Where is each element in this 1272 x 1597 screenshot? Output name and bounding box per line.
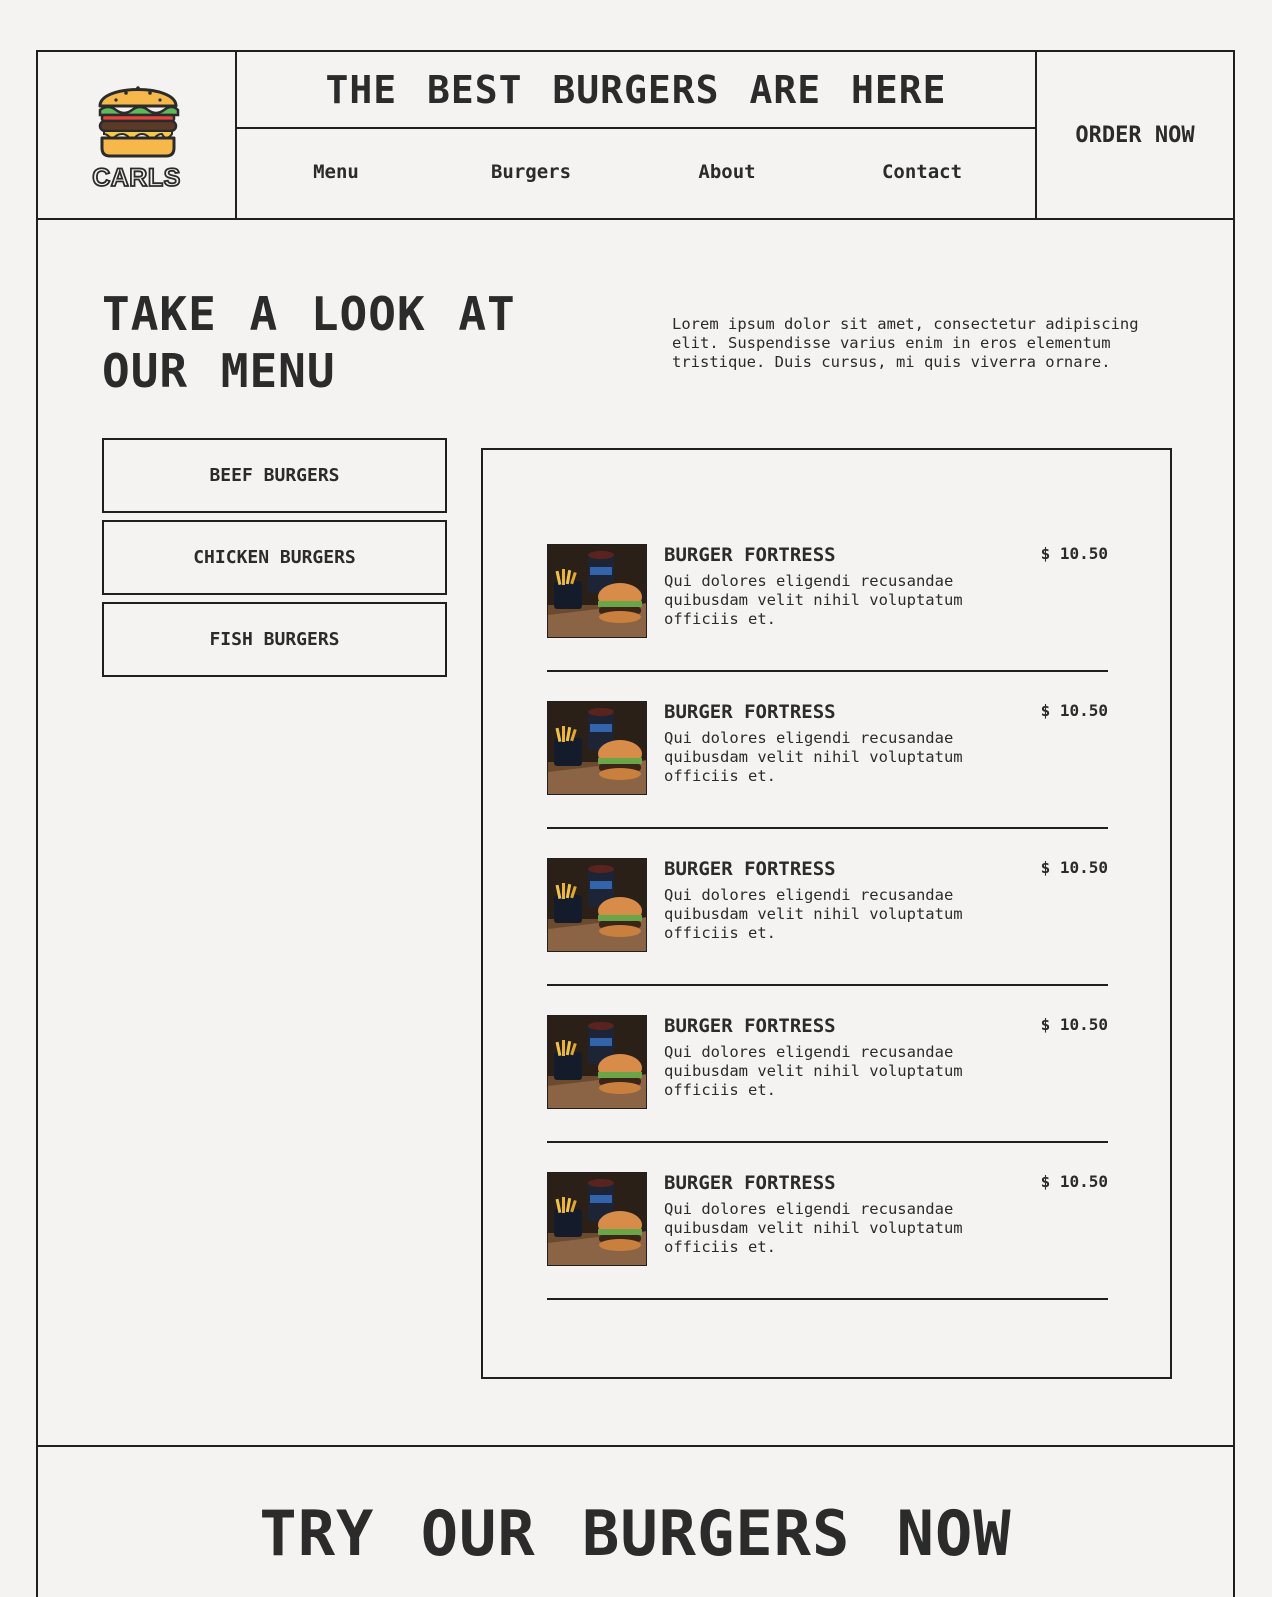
logo-wordmark: CARLS <box>91 163 181 193</box>
nav-link-burgers[interactable]: Burgers <box>491 161 571 183</box>
menu-item-name: BURGER FORTRESS <box>664 544 836 566</box>
menu-item-description: Qui dolores eligendi recusandae quibusda… <box>664 886 963 942</box>
menu-item-description: Qui dolores eligendi recusandae quibusda… <box>664 1200 963 1256</box>
menu-item-photo <box>547 1015 647 1109</box>
menu-item-price: $ 10.50 <box>1040 858 1108 877</box>
burger-icon <box>98 86 180 158</box>
menu-item[interactable]: BURGER FORTRESS $ 10.50 Qui dolores elig… <box>547 858 1108 1018</box>
cta-title: TRY OUR BURGERS NOW <box>259 1497 1012 1570</box>
menu-item-description: Qui dolores eligendi recusandae quibusda… <box>664 572 963 628</box>
menu-item-description: Qui dolores eligendi recusandae quibusda… <box>664 729 963 785</box>
nav-link-menu[interactable]: Menu <box>313 161 359 183</box>
menu-panel: BURGER FORTRESS $ 10.50 Qui dolores elig… <box>481 448 1172 1379</box>
section-title-line-2: OUR MENU <box>102 344 336 398</box>
burger-fries-drink-photo-icon <box>548 545 646 637</box>
menu-item-photo <box>547 1172 647 1266</box>
menu-item-divider <box>547 984 1108 986</box>
menu-item-name: BURGER FORTRESS <box>664 1172 836 1194</box>
menu-item-price: $ 10.50 <box>1040 1172 1108 1191</box>
burger-fries-drink-photo-icon <box>548 859 646 951</box>
category-fish-burgers[interactable]: FISH BURGERS <box>102 602 447 677</box>
nav-link-contact[interactable]: Contact <box>882 161 962 183</box>
burger-fries-drink-photo-icon <box>548 702 646 794</box>
menu-item[interactable]: BURGER FORTRESS $ 10.50 Qui dolores elig… <box>547 544 1108 704</box>
nav-link-about[interactable]: About <box>698 161 755 183</box>
menu-item-price: $ 10.50 <box>1040 1015 1108 1034</box>
menu-item-price: $ 10.50 <box>1040 701 1108 720</box>
menu-item-divider <box>547 1141 1108 1143</box>
menu-item-price: $ 10.50 <box>1040 544 1108 563</box>
menu-item-photo <box>547 544 647 638</box>
category-beef-burgers[interactable]: BEEF BURGERS <box>102 438 447 513</box>
menu-item-photo <box>547 701 647 795</box>
menu-item-photo <box>547 858 647 952</box>
category-chicken-burgers[interactable]: CHICKEN BURGERS <box>102 520 447 595</box>
menu-item-name: BURGER FORTRESS <box>664 1015 836 1037</box>
order-now-button[interactable]: ORDER NOW <box>1075 123 1194 148</box>
section-description: Lorem ipsum dolor sit amet, consectetur … <box>672 315 1139 371</box>
site-header: CARLS THE BEST BURGERS ARE HERE Menu Bur… <box>38 52 1233 220</box>
menu-item-divider <box>547 1298 1108 1300</box>
cta-banner: TRY OUR BURGERS NOW <box>38 1445 1233 1597</box>
section-title-line-1: TAKE A LOOK AT <box>102 287 516 341</box>
menu-item[interactable]: BURGER FORTRESS $ 10.50 Qui dolores elig… <box>547 1015 1108 1175</box>
menu-item-divider <box>547 827 1108 829</box>
burger-fries-drink-photo-icon <box>548 1173 646 1265</box>
order-cell: ORDER NOW <box>1035 52 1233 218</box>
menu-item-divider <box>547 670 1108 672</box>
menu-item-name: BURGER FORTRESS <box>664 701 836 723</box>
main-nav: Menu Burgers About Contact <box>237 129 1035 218</box>
logo[interactable]: CARLS <box>38 52 237 218</box>
page-frame: CARLS THE BEST BURGERS ARE HERE Menu Bur… <box>36 50 1235 1597</box>
menu-item-description: Qui dolores eligendi recusandae quibusda… <box>664 1043 963 1099</box>
header-title-cell: THE BEST BURGERS ARE HERE <box>237 52 1035 129</box>
section-title: TAKE A LOOK AT OUR MENU <box>102 286 582 400</box>
menu-item[interactable]: BURGER FORTRESS $ 10.50 Qui dolores elig… <box>547 1172 1108 1332</box>
site-tagline: THE BEST BURGERS ARE HERE <box>325 67 947 112</box>
burger-fries-drink-photo-icon <box>548 1016 646 1108</box>
menu-item[interactable]: BURGER FORTRESS $ 10.50 Qui dolores elig… <box>547 701 1108 861</box>
menu-item-name: BURGER FORTRESS <box>664 858 836 880</box>
